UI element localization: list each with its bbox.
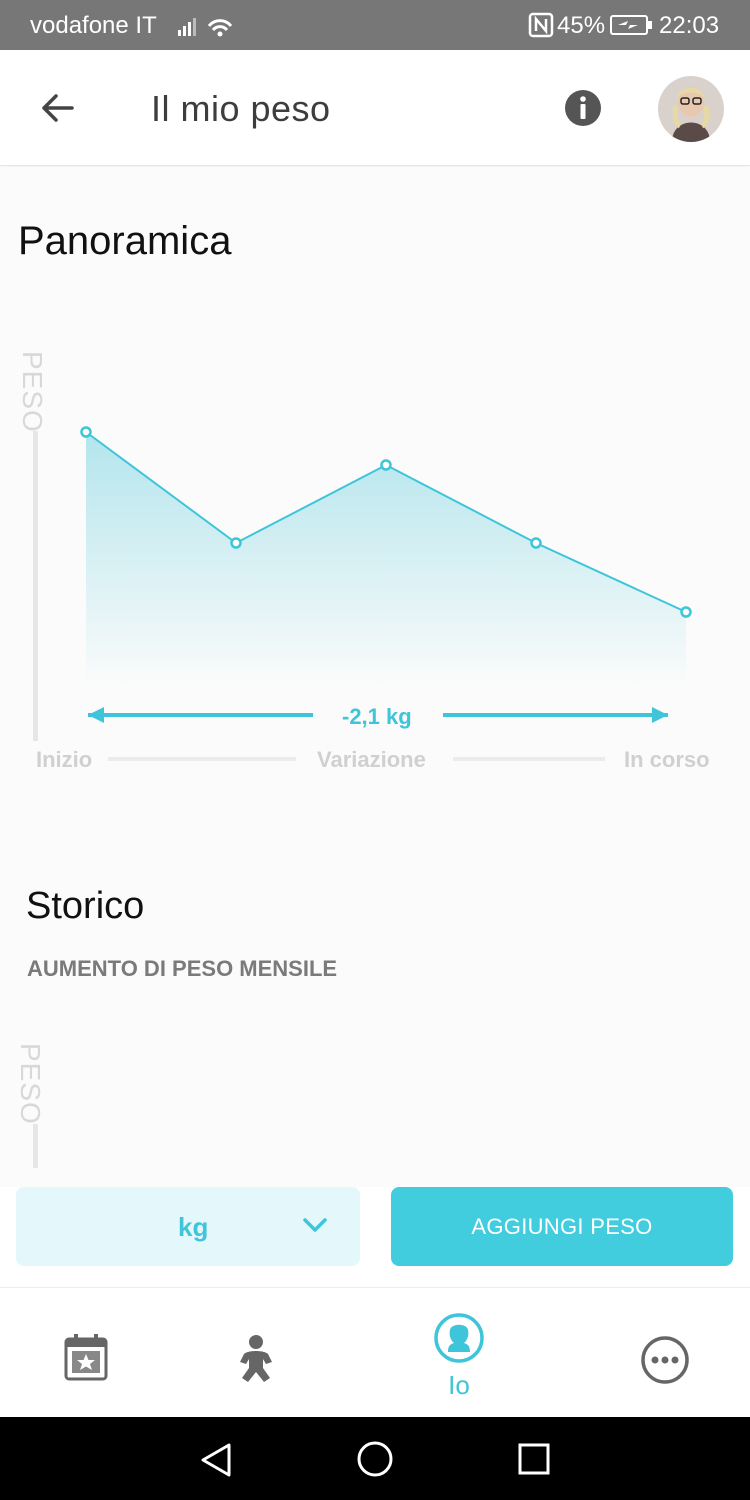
avatar[interactable] [658, 76, 724, 142]
x-line-right [453, 757, 605, 761]
more-icon [641, 1336, 689, 1384]
battery-charging-icon [610, 14, 654, 43]
info-button[interactable] [563, 88, 603, 128]
chart-plot [80, 426, 692, 723]
history-subtitle: AUMENTO DI PESO MENSILE [27, 956, 338, 981]
nav-item-calendar[interactable] [11, 1288, 161, 1418]
bottom-nav: Io [0, 1287, 750, 1417]
system-back-icon[interactable] [198, 1441, 234, 1479]
action-bar: kg AGGIUNGI PESO [0, 1187, 750, 1287]
chart-point-3[interactable] [530, 537, 542, 549]
chart-point-2[interactable] [380, 459, 392, 471]
woman-icon [434, 1313, 484, 1363]
history-y-axis-line [33, 1124, 38, 1168]
nfc-icon [528, 12, 554, 45]
nav-item-more[interactable] [590, 1288, 740, 1418]
chart-point-4[interactable] [680, 606, 692, 618]
status-bar: vodafone IT 45% 22:03 [0, 0, 750, 50]
signal-icon [176, 12, 234, 45]
system-recents-icon[interactable] [517, 1442, 551, 1476]
system-home-icon[interactable] [356, 1440, 394, 1478]
history-title: Storico [26, 885, 145, 927]
system-nav-bar [0, 1417, 750, 1500]
carrier-label: vodafone IT [30, 12, 157, 39]
overview-chart: PESO Inizio Variazione In corso -2,1 kg [0, 327, 750, 967]
content-area[interactable]: Panoramica PESO Inizio Variazione In cor… [0, 167, 750, 1187]
x-label-current: In corso [624, 747, 710, 772]
info-icon [565, 90, 601, 126]
history-y-axis-label: PESO [15, 1043, 46, 1125]
baby-icon [240, 1335, 272, 1382]
chart-point-1[interactable] [230, 537, 242, 549]
nav-item-baby[interactable] [180, 1288, 330, 1418]
x-label-change: Variazione [317, 747, 426, 772]
page-title: Il mio peso [151, 88, 331, 129]
app-bar: Il mio peso [0, 50, 750, 166]
x-line-left [108, 757, 296, 761]
unit-select[interactable]: kg [16, 1187, 360, 1266]
weight-change-label: -2,1 kg [342, 704, 412, 729]
user-avatar [658, 76, 724, 142]
overview-title: Panoramica [18, 219, 232, 263]
calendar-star-icon [64, 1334, 108, 1381]
clock: 22:03 [659, 12, 720, 39]
x-label-start: Inizio [36, 747, 93, 772]
chevron-down-icon [303, 1218, 327, 1232]
arrow-right-head [652, 707, 668, 723]
nav-item-me[interactable]: Io [384, 1288, 534, 1418]
arrow-left-head [88, 707, 104, 723]
add-weight-button[interactable]: AGGIUNGI PESO [391, 1187, 733, 1266]
back-arrow-icon [42, 94, 74, 122]
unit-value: kg [178, 1212, 209, 1242]
back-button[interactable] [34, 84, 82, 132]
chart-point-0[interactable] [80, 426, 92, 438]
nav-label-me: Io [448, 1370, 470, 1400]
battery-percent: 45% [557, 12, 606, 39]
